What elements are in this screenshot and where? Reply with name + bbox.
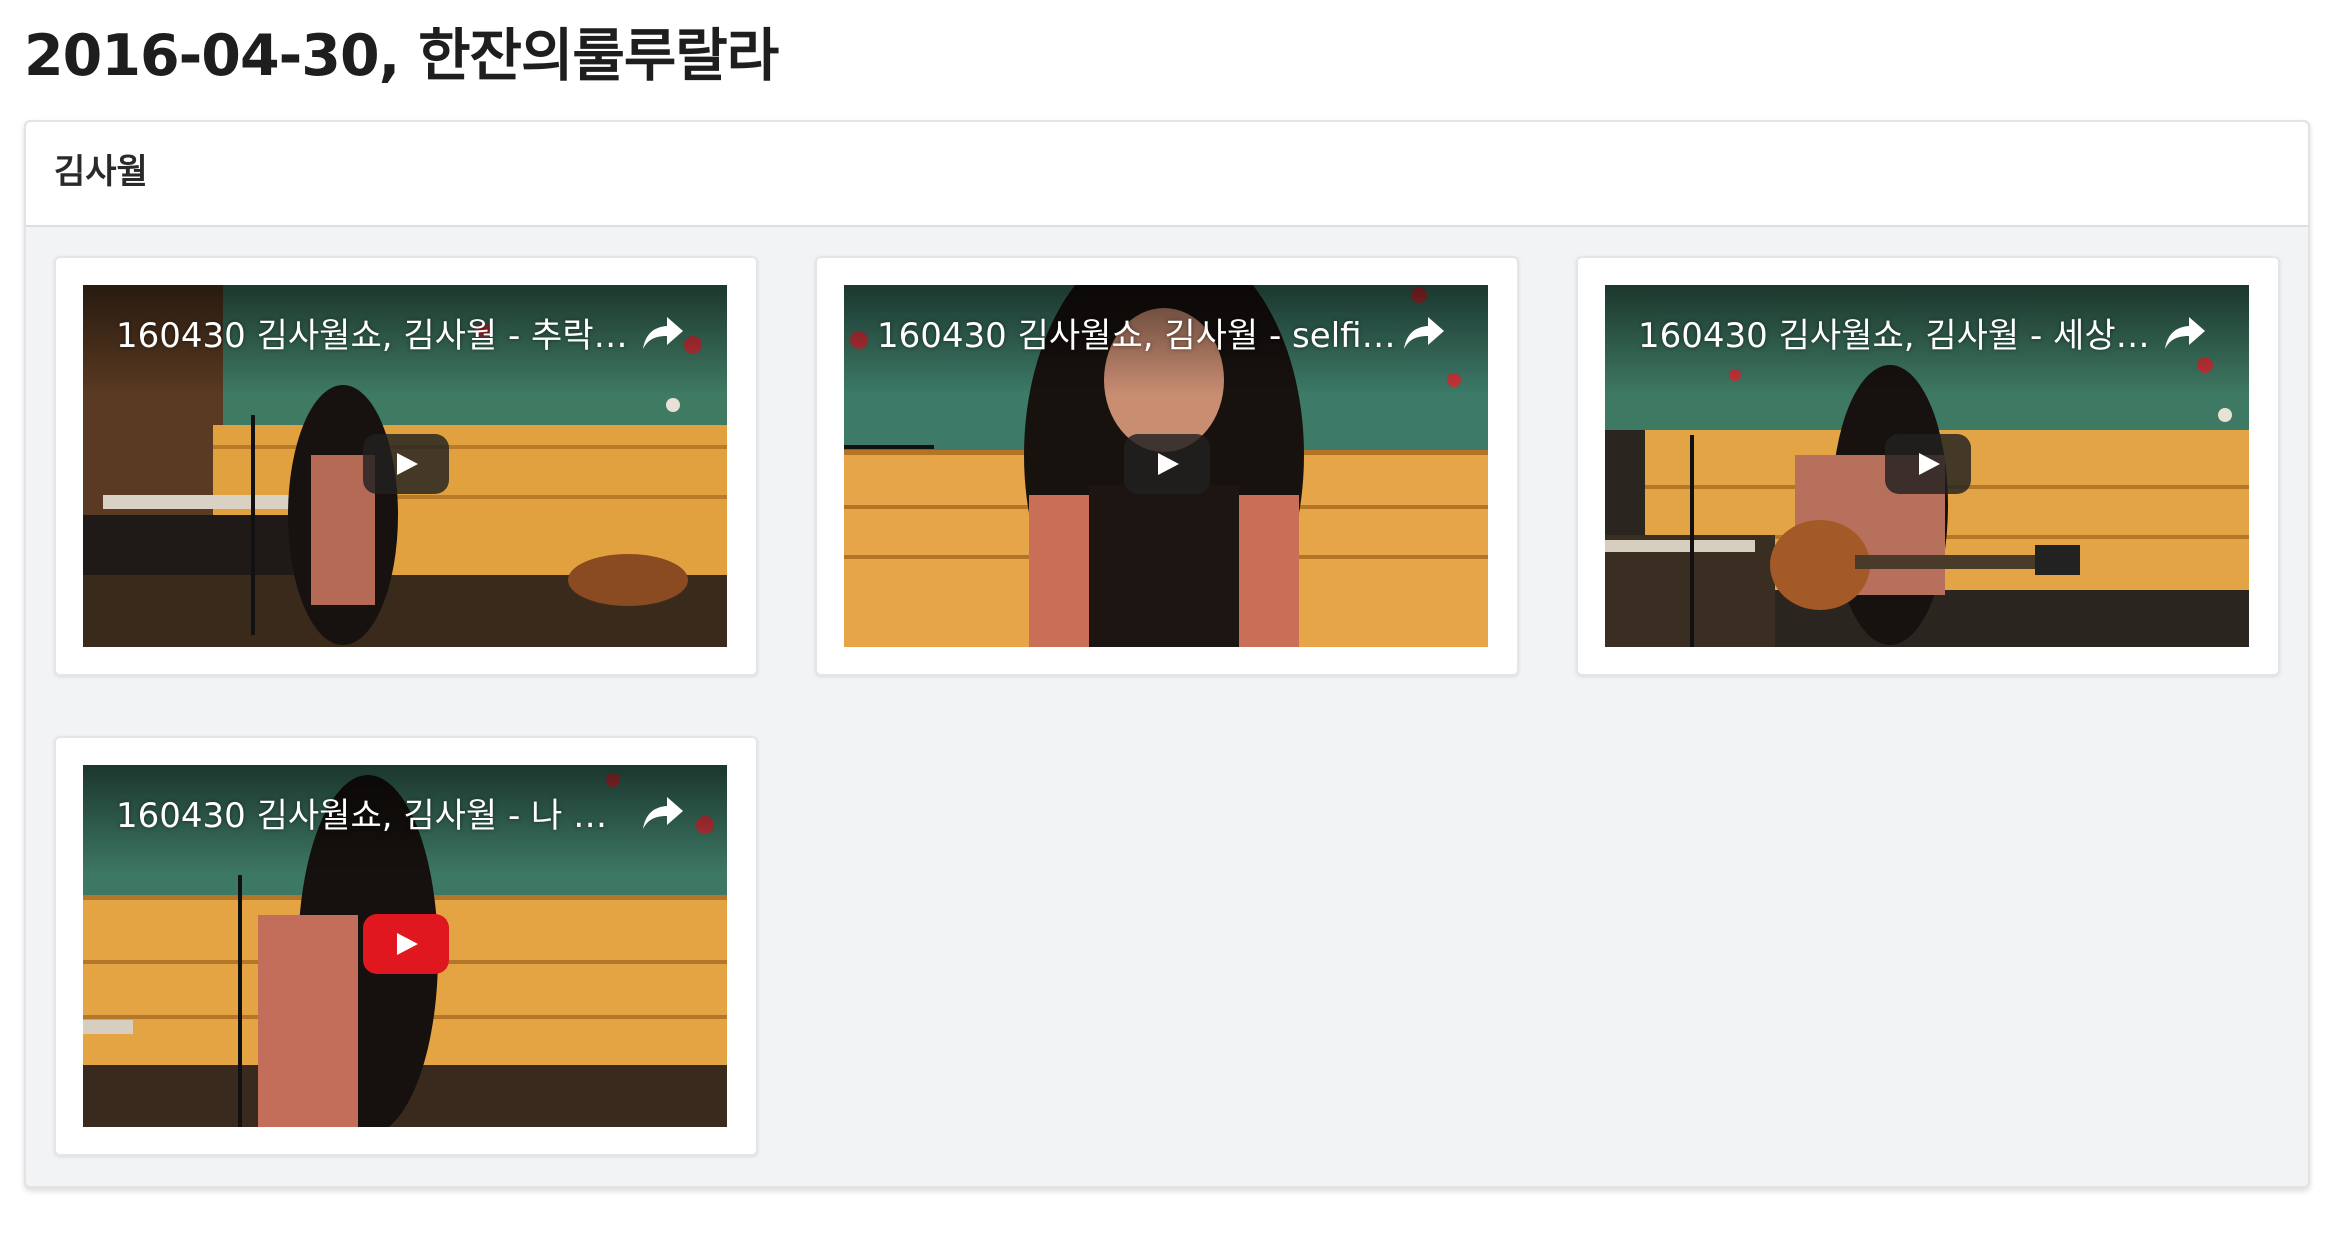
video-player[interactable]: 160430 김사월쇼, 김사월 - 나 @... [83, 765, 727, 1127]
video-card: 160430 김사월쇼, 김사월 - 나 @... [54, 736, 758, 1156]
video-title[interactable]: 160430 김사월쇼, 김사월 - 세상에... [1638, 313, 2158, 359]
panel-title: 김사월 [54, 152, 148, 192]
play-icon [397, 933, 418, 955]
share-arrow-icon[interactable] [2161, 311, 2209, 355]
play-button[interactable] [1885, 434, 1971, 494]
video-title[interactable]: 160430 김사월쇼, 김사월 - selfis... [877, 313, 1397, 359]
video-title[interactable]: 160430 김사월쇼, 김사월 - 나 @... [116, 793, 636, 839]
page-title: 2016-04-30, 한잔의룰루랄라 [24, 23, 779, 89]
video-card: 160430 김사월쇼, 김사월 - 세상에... [1576, 256, 2280, 676]
play-button[interactable] [363, 434, 449, 494]
play-icon [1919, 453, 1940, 475]
play-icon [1158, 453, 1179, 475]
page: 2016-04-30, 한잔의룰루랄라 김사월 160430 김사월쇼, 김사월… [0, 0, 2340, 1238]
play-button[interactable] [1124, 434, 1210, 494]
video-card: 160430 김사월쇼, 김사월 - selfis... [815, 256, 1519, 676]
share-arrow-icon[interactable] [639, 791, 687, 835]
panel-header: 김사월 [26, 122, 2308, 227]
play-button[interactable] [363, 914, 449, 974]
video-card: 160430 김사월쇼, 김사월 - 추락 ... [54, 256, 758, 676]
video-player[interactable]: 160430 김사월쇼, 김사월 - selfis... [844, 285, 1488, 647]
share-arrow-icon[interactable] [639, 311, 687, 355]
share-arrow-icon[interactable] [1400, 311, 1448, 355]
artist-panel: 김사월 160430 김사월쇼, 김사월 - 추락 ... 160430 김사월… [24, 120, 2310, 1188]
video-title[interactable]: 160430 김사월쇼, 김사월 - 추락 ... [116, 313, 636, 359]
video-player[interactable]: 160430 김사월쇼, 김사월 - 세상에... [1605, 285, 2249, 647]
play-icon [397, 453, 418, 475]
video-player[interactable]: 160430 김사월쇼, 김사월 - 추락 ... [83, 285, 727, 647]
